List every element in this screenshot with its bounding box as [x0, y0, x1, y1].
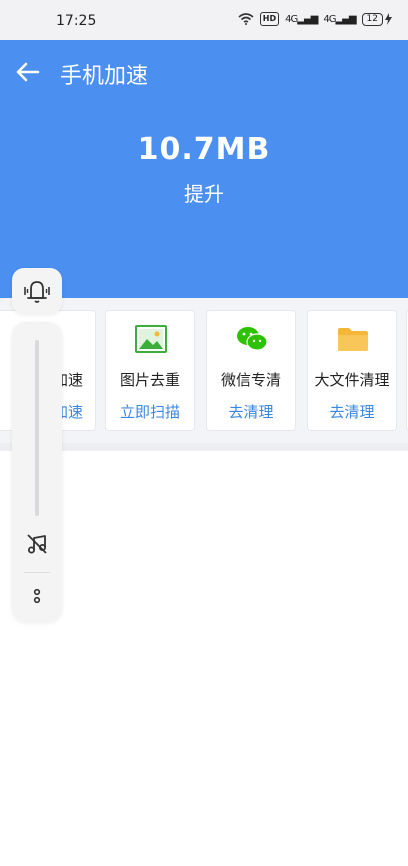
- image-icon: [135, 325, 167, 353]
- boost-value: 10.7MB: [137, 132, 271, 167]
- card-large-file-clean[interactable]: 大文件清理 去清理: [307, 310, 397, 431]
- bell-vibrate-icon: [24, 281, 50, 303]
- battery-icon: 12: [361, 12, 392, 26]
- volume-separator: [24, 572, 50, 573]
- card-action-button[interactable]: 立即扫描: [106, 401, 194, 422]
- card-action-button[interactable]: 去清理: [207, 401, 295, 422]
- more-dots-icon[interactable]: [29, 586, 45, 606]
- card-label: 大文件清理: [314, 371, 390, 389]
- signal-label: 4G: [323, 13, 336, 25]
- status-bar: 17:25 HD 4G▂▄▆ 4G▂▄▆ 12: [0, 0, 408, 40]
- volume-panel: [12, 322, 62, 622]
- page-title: 手机加速: [60, 64, 149, 89]
- charging-icon: [385, 13, 392, 25]
- folder-icon: [338, 328, 368, 351]
- status-time: 17:25: [56, 13, 97, 29]
- card-label: 微信专清: [220, 371, 281, 389]
- wechat-icon: [237, 327, 268, 351]
- signal-icon: 4G▂▄▆: [323, 13, 356, 25]
- battery-level: 12: [361, 12, 383, 26]
- ringer-mode-button[interactable]: [12, 268, 62, 314]
- boost-label: 提升: [184, 182, 224, 206]
- volume-slider[interactable]: [35, 340, 39, 516]
- card-action-button[interactable]: 去清理: [308, 401, 396, 422]
- card-wechat-clean[interactable]: 微信专清 去清理: [206, 310, 296, 431]
- wifi-icon: [238, 13, 254, 25]
- signal-label: 4G: [285, 13, 298, 25]
- card-image-dedup[interactable]: 图片去重 立即扫描: [105, 310, 195, 431]
- music-off-icon[interactable]: [25, 532, 49, 556]
- signal-icon: 4G▂▄▆: [285, 13, 318, 25]
- card-label: 图片去重: [119, 371, 180, 389]
- hero-header: 手机加速 10.7MB 提升: [0, 40, 408, 298]
- back-arrow-icon[interactable]: [14, 60, 42, 84]
- status-icons: HD 4G▂▄▆ 4G▂▄▆ 12: [238, 12, 392, 26]
- hd-badge: HD: [259, 12, 280, 26]
